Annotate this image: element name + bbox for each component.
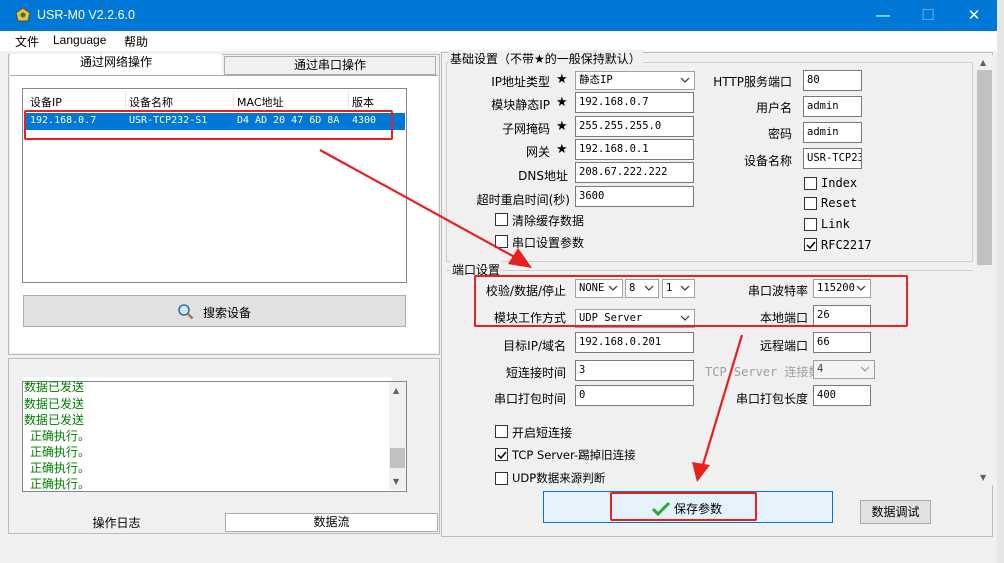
annotation-box-device xyxy=(24,110,393,140)
timeout-label: 超时重启时间(秒) xyxy=(476,193,570,207)
annotation-box-save xyxy=(610,492,757,521)
annotation-box-port xyxy=(474,275,908,327)
required-star: ★ xyxy=(556,72,568,87)
dns-input[interactable]: 208.67.222.222 xyxy=(575,162,694,183)
remote-port-input[interactable]: 66 xyxy=(813,332,871,353)
log-scrollbar[interactable] xyxy=(389,382,406,490)
serial-params-checkbox[interactable] xyxy=(495,235,508,248)
col-header-version[interactable]: 版本 xyxy=(352,94,374,110)
packet-time-input[interactable]: 0 xyxy=(575,385,694,406)
rfc2217-checkbox[interactable] xyxy=(804,238,817,251)
menu-help[interactable]: 帮助 xyxy=(124,33,148,50)
maximize-button[interactable]: ☐ xyxy=(905,0,951,31)
subnet-input[interactable]: 255.255.255.0 xyxy=(575,116,694,137)
window-title: USR-M0 V2.2.6.0 xyxy=(37,8,135,22)
packet-len-label: 串口打包长度 xyxy=(735,392,808,406)
gateway-input[interactable]: 192.168.0.1 xyxy=(575,139,694,160)
background-edge xyxy=(997,0,1004,563)
short-conn-label: 开启短连接 xyxy=(512,426,573,440)
app-icon xyxy=(15,7,31,22)
scroll-up-icon[interactable]: ▲ xyxy=(393,386,399,395)
log-line: 正确执行。 xyxy=(30,445,91,459)
link-checkbox[interactable] xyxy=(804,218,817,231)
remote-port-label: 远程端口 xyxy=(759,339,808,353)
col-header-mac[interactable]: MAC地址 xyxy=(237,94,284,110)
ip-type-label: IP地址类型 xyxy=(491,75,550,89)
chevron-down-icon xyxy=(860,366,870,372)
dns-label: DNS地址 xyxy=(518,169,568,183)
log-line: 正确执行。 xyxy=(30,461,91,475)
required-star: ★ xyxy=(556,119,568,134)
reset-label: Reset xyxy=(821,196,858,210)
title-bar xyxy=(0,0,997,31)
target-input[interactable]: 192.168.0.201 xyxy=(575,332,694,353)
packet-time-label: 串口打包时间 xyxy=(493,392,566,406)
magnifier-icon xyxy=(178,304,194,320)
log-line: 数据已发送 xyxy=(24,413,85,427)
kick-checkbox[interactable] xyxy=(495,448,508,461)
ip-type-select[interactable]: 静态IP xyxy=(575,71,695,90)
tcp-conn-value: 4 xyxy=(817,363,824,375)
ip-type-value: 静态IP xyxy=(579,74,613,86)
subnet-label: 子网掩码 xyxy=(501,122,550,136)
debug-button[interactable]: 数据调试 xyxy=(860,500,931,524)
col-header-name[interactable]: 设备名称 xyxy=(129,94,173,110)
search-button-label: 搜索设备 xyxy=(203,306,252,320)
checkmark-icon xyxy=(806,241,816,250)
required-star: ★ xyxy=(556,142,568,157)
rfc2217-label: RFC2217 xyxy=(821,238,872,252)
tab-data-stream[interactable]: 数据流 xyxy=(225,513,438,532)
log-line: 正确执行。 xyxy=(30,477,91,491)
device-name-input[interactable]: USR-TCP23 xyxy=(803,148,862,169)
chevron-down-icon xyxy=(680,77,690,83)
udp-check-checkbox[interactable] xyxy=(495,472,508,485)
reset-checkbox[interactable] xyxy=(804,197,817,210)
log-line: 数据已发送 xyxy=(24,397,85,411)
index-label: Index xyxy=(821,176,858,190)
password-input[interactable]: admin xyxy=(803,122,862,143)
log-scroll-thumb[interactable] xyxy=(390,448,405,468)
packet-len-input[interactable]: 400 xyxy=(813,385,871,406)
udp-check-label: UDP数据来源判断 xyxy=(512,471,606,485)
minimize-button[interactable]: — xyxy=(860,0,906,31)
short-conn-checkbox[interactable] xyxy=(495,425,508,438)
required-star: ★ xyxy=(556,95,568,110)
http-port-input[interactable]: 80 xyxy=(803,70,862,91)
http-port-label: HTTP服务端口 xyxy=(713,75,792,89)
static-ip-label: 模块静态IP xyxy=(491,98,550,112)
tab-network[interactable]: 通过网络操作 xyxy=(10,54,222,75)
index-checkbox[interactable] xyxy=(804,177,817,190)
settings-scroll-down-icon[interactable]: ▼ xyxy=(980,473,986,482)
tcp-conn-select[interactable]: 4 xyxy=(813,360,875,379)
password-label: 密码 xyxy=(767,127,792,141)
target-label: 目标IP/域名 xyxy=(503,339,566,353)
link-label: Link xyxy=(821,217,850,231)
static-ip-input[interactable]: 192.168.0.7 xyxy=(575,92,694,113)
serial-params-label: 串口设置参数 xyxy=(512,236,585,250)
tcp-conn-label: TCP Server 连接数 xyxy=(705,365,821,379)
username-label: 用户名 xyxy=(755,101,792,115)
scroll-down-icon[interactable]: ▼ xyxy=(393,477,399,486)
tab-serial[interactable]: 通过串口操作 xyxy=(224,56,436,75)
basic-settings-legend: 基础设置（不带★的一般保持默认） xyxy=(448,50,643,67)
menu-file[interactable]: 文件 xyxy=(15,33,39,50)
short-time-label: 短连接时间 xyxy=(505,366,566,380)
col-header-ip[interactable]: 设备IP xyxy=(30,94,62,110)
menu-language[interactable]: Language xyxy=(53,33,106,47)
checkmark-icon xyxy=(497,451,507,460)
settings-scroll-up-icon[interactable]: ▲ xyxy=(980,58,986,67)
log-line: 正确执行。 xyxy=(30,429,91,443)
close-button[interactable]: ✕ xyxy=(951,0,997,31)
clear-cache-label: 清除缓存数据 xyxy=(512,214,585,228)
device-name-label: 设备名称 xyxy=(743,154,792,168)
kick-label: TCP Server-踢掉旧连接 xyxy=(512,448,636,462)
clear-cache-checkbox[interactable] xyxy=(495,213,508,226)
short-time-input[interactable]: 3 xyxy=(575,360,694,381)
menu-bar xyxy=(0,31,997,51)
gateway-label: 网关 xyxy=(525,145,550,159)
tab-operation-log[interactable]: 操作日志 xyxy=(10,513,223,533)
username-input[interactable]: admin xyxy=(803,96,862,117)
timeout-input[interactable]: 3600 xyxy=(575,186,694,207)
settings-scroll-thumb[interactable] xyxy=(977,70,992,265)
